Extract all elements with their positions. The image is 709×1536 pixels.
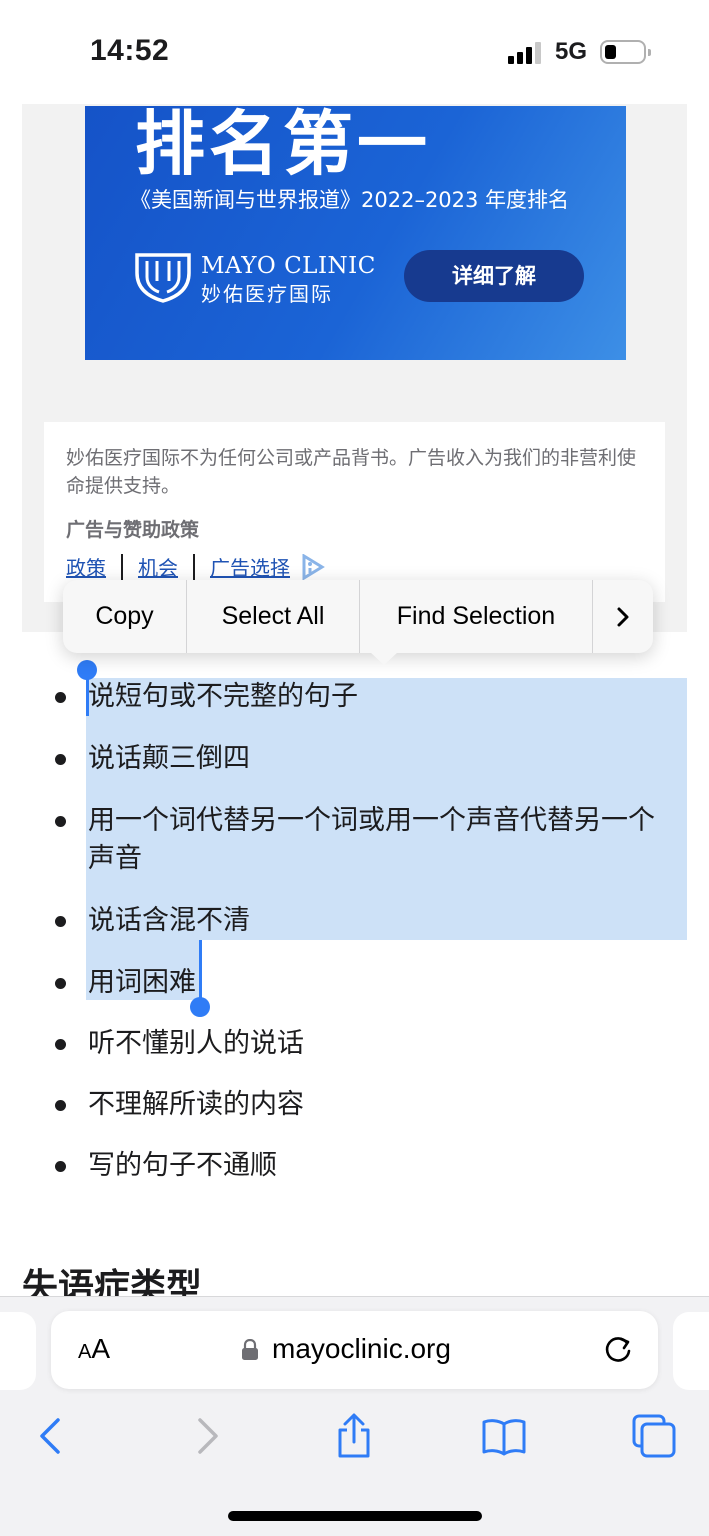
list-bullet — [55, 1100, 66, 1111]
ad-disclaimer-box: 妙佑医疗国际不为任何公司或产品背书。广告收入为我们的非营利使命提供支持。 广告与… — [44, 422, 665, 602]
network-type: 5G — [555, 38, 588, 65]
url-text[interactable]: mayoclinic.org — [272, 1333, 451, 1365]
back-button[interactable] — [28, 1412, 76, 1460]
chevron-right-icon — [617, 607, 629, 626]
list-bullet — [55, 816, 66, 827]
list-bullet — [55, 916, 66, 927]
list-bullet — [55, 978, 66, 989]
list-bullet — [55, 1039, 66, 1050]
status-bar: 14:52 5G — [0, 0, 709, 104]
text-size-button[interactable]: AA — [78, 1333, 110, 1365]
copy-menu-item[interactable]: Copy — [63, 580, 187, 653]
battery-icon — [600, 40, 651, 64]
lock-icon — [242, 1339, 258, 1360]
ad-subtitle: 《美国新闻与世界报道》2022–2023 年度排名 — [130, 188, 570, 212]
tabs-button[interactable] — [630, 1412, 678, 1460]
bookmarks-button[interactable] — [480, 1412, 528, 1460]
list-item: 用词困难 — [88, 967, 196, 998]
previous-tab-preview[interactable] — [0, 1312, 36, 1390]
list-item: 听不懂别人的说话 — [88, 1028, 304, 1059]
mayo-clinic-logo-icon — [135, 253, 191, 303]
text-size-small-letter: A — [78, 1341, 92, 1363]
home-indicator — [228, 1511, 482, 1521]
context-menu-pointer — [370, 652, 398, 665]
logo-text-en: MAYO CLINIC — [201, 253, 376, 279]
list-item: 用一个词代替另一个词或用一个声音代替另一个声音 — [88, 805, 655, 874]
address-bar[interactable]: AA mayoclinic.org — [51, 1311, 658, 1389]
list-bullet — [55, 754, 66, 765]
list-item: 写的句子不通顺 — [88, 1150, 277, 1181]
ad-choices-icon[interactable] — [300, 553, 326, 580]
list-bullet — [55, 692, 66, 703]
ad-disclaimer: 妙佑医疗国际不为任何公司或产品背书。广告收入为我们的非营利使命提供支持。 — [66, 447, 637, 497]
signal-icon — [508, 42, 544, 64]
more-menu-button[interactable] — [593, 580, 653, 653]
find-selection-menu-item[interactable]: Find Selection — [360, 580, 593, 653]
learn-more-button[interactable]: 详细了解 — [404, 250, 584, 302]
select-all-menu-item[interactable]: Select All — [187, 580, 360, 653]
list-item: 说短句或不完整的句子 — [88, 681, 358, 712]
link-separator — [193, 553, 195, 580]
share-button[interactable] — [330, 1412, 378, 1460]
status-time: 14:52 — [90, 34, 170, 67]
ad-policy-links: 政策 机会 广告选择 — [66, 552, 326, 581]
ad-policy-title: 广告与赞助政策 — [66, 519, 200, 541]
context-menu: Copy Select All Find Selection — [63, 580, 653, 653]
opportunities-link[interactable]: 机会 — [138, 552, 178, 581]
logo-text-zh: 妙佑医疗国际 — [201, 282, 333, 306]
next-tab-preview[interactable] — [673, 1312, 709, 1390]
list-bullet — [55, 1161, 66, 1172]
list-item: 说话颠三倒四 — [88, 743, 250, 774]
reload-icon[interactable] — [601, 1333, 635, 1367]
link-separator — [121, 553, 123, 580]
forward-button[interactable] — [182, 1412, 230, 1460]
list-item: 不理解所读的内容 — [88, 1089, 304, 1120]
policy-link[interactable]: 政策 — [66, 552, 106, 581]
ad-choices-link[interactable]: 广告选择 — [210, 552, 290, 581]
list-item: 说话含混不清 — [88, 905, 250, 936]
ad-banner[interactable]: 排名第一 《美国新闻与世界报道》2022–2023 年度排名 MAYO CLIN… — [85, 106, 626, 360]
text-size-large-letter: A — [91, 1333, 111, 1364]
ad-headline: 排名第一 — [135, 106, 431, 185]
